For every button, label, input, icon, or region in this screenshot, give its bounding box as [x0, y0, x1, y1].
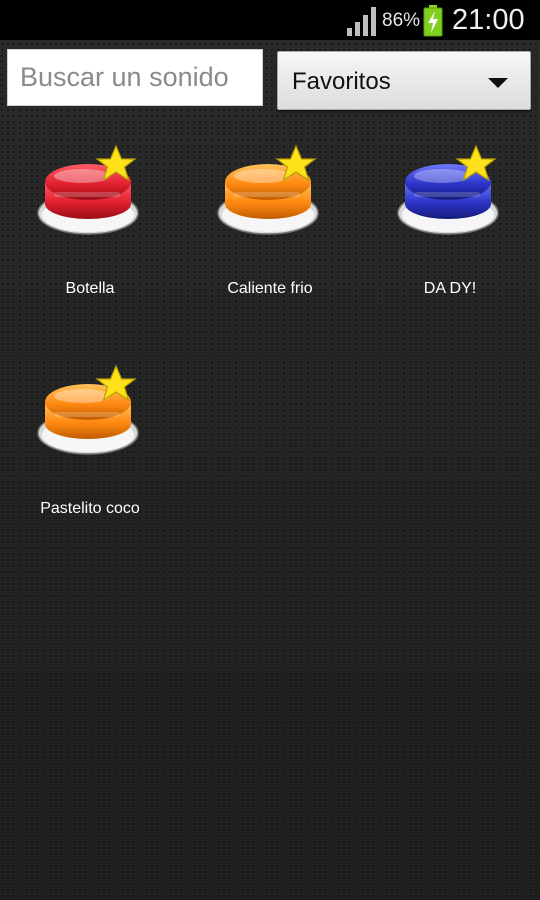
- sound-item[interactable]: DA DY!: [360, 130, 540, 350]
- filter-selected-label: Favoritos: [292, 68, 391, 95]
- sound-label: Pastelito coco: [40, 500, 140, 517]
- search-input[interactable]: [7, 49, 263, 106]
- red-button-icon: [37, 144, 139, 235]
- sound-item[interactable]: Botella: [0, 130, 180, 350]
- blue-button-icon: [397, 144, 499, 235]
- battery-charging-icon: [423, 5, 443, 37]
- filter-dropdown[interactable]: Favoritos: [277, 51, 531, 110]
- battery-percentage: 86%: [382, 10, 421, 31]
- status-clock: 21:00: [452, 4, 525, 36]
- sound-item[interactable]: Caliente frio: [180, 130, 360, 350]
- orange-button-icon: [217, 144, 319, 235]
- sound-label: Botella: [65, 280, 115, 297]
- status-bar: 86% 21:00: [0, 0, 540, 40]
- sound-label: Caliente frio: [227, 280, 313, 297]
- sound-label: DA DY!: [423, 280, 477, 297]
- sound-item[interactable]: Pastelito coco: [0, 350, 180, 570]
- dropdown-arrow-icon: [488, 78, 508, 88]
- orange-button-icon: [37, 364, 139, 455]
- signal-bars-icon: [347, 7, 376, 36]
